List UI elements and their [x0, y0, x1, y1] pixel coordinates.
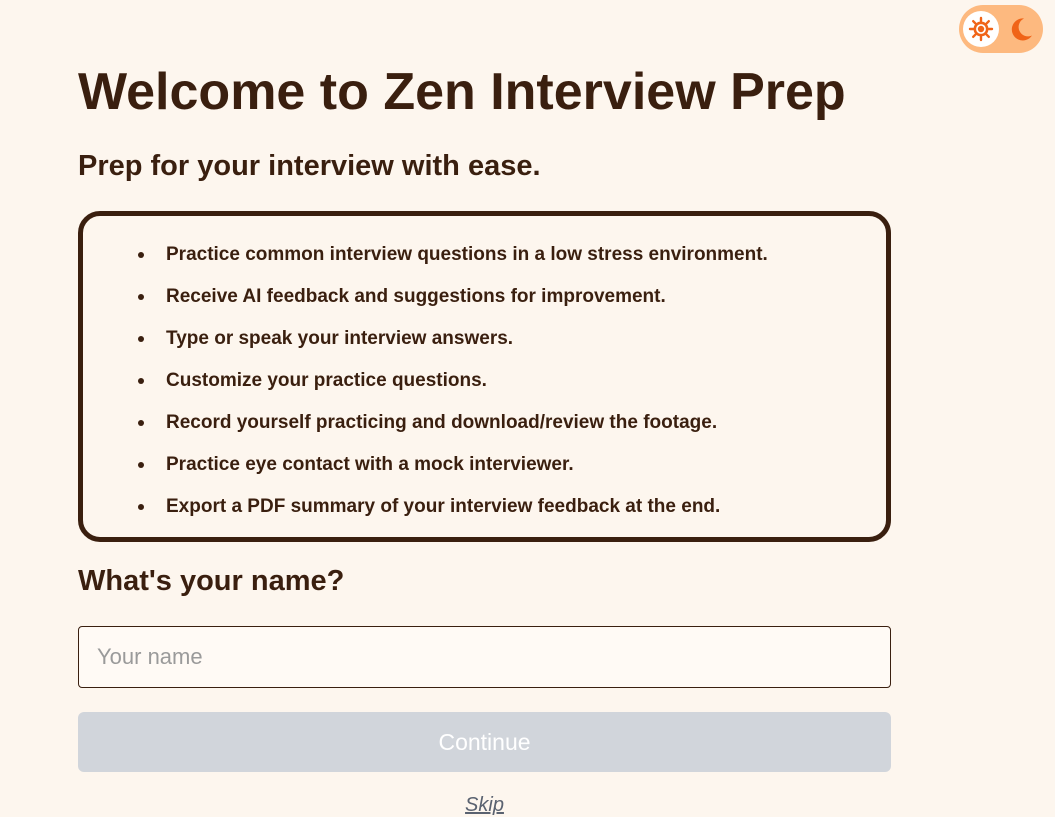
bullet-icon: [138, 336, 144, 342]
bullet-icon: [138, 504, 144, 510]
features-box: Practice common interview questions in a…: [78, 211, 891, 542]
bullet-icon: [138, 252, 144, 258]
sun-icon[interactable]: [963, 11, 999, 47]
bullet-icon: [138, 378, 144, 384]
feature-item: Practice eye contact with a mock intervi…: [138, 444, 768, 486]
feature-item: Type or speak your interview answers.: [138, 318, 768, 360]
feature-item: Record yourself practicing and download/…: [138, 402, 768, 444]
feature-text: Customize your practice questions.: [166, 370, 487, 391]
bullet-icon: [138, 420, 144, 426]
page-title: Welcome to Zen Interview Prep: [78, 63, 846, 121]
moon-icon-graphic: [1011, 18, 1032, 41]
feature-item: Customize your practice questions.: [138, 360, 768, 402]
sun-icon-graphic: [968, 16, 994, 42]
feature-item: Practice common interview questions in a…: [138, 234, 768, 276]
feature-item: Receive AI feedback and suggestions for …: [138, 276, 768, 318]
theme-toggle[interactable]: [959, 5, 1043, 53]
feature-text: Type or speak your interview answers.: [166, 328, 514, 349]
feature-text: Practice common interview questions in a…: [166, 244, 768, 265]
moon-icon[interactable]: [1007, 15, 1035, 43]
feature-item: Export a PDF summary of your interview f…: [138, 486, 768, 528]
bullet-icon: [138, 294, 144, 300]
feature-text: Practice eye contact with a mock intervi…: [166, 454, 574, 475]
feature-text: Export a PDF summary of your interview f…: [166, 496, 721, 517]
skip-link[interactable]: Skip: [78, 793, 891, 817]
continue-button[interactable]: Continue: [78, 712, 891, 772]
feature-text: Record yourself practicing and download/…: [166, 412, 718, 433]
page-subtitle: Prep for your interview with ease.: [78, 150, 541, 182]
name-input[interactable]: [78, 626, 891, 688]
features-list: Practice common interview questions in a…: [138, 234, 768, 528]
name-question-heading: What's your name?: [78, 565, 345, 597]
feature-text: Receive AI feedback and suggestions for …: [166, 286, 666, 307]
bullet-icon: [138, 462, 144, 468]
